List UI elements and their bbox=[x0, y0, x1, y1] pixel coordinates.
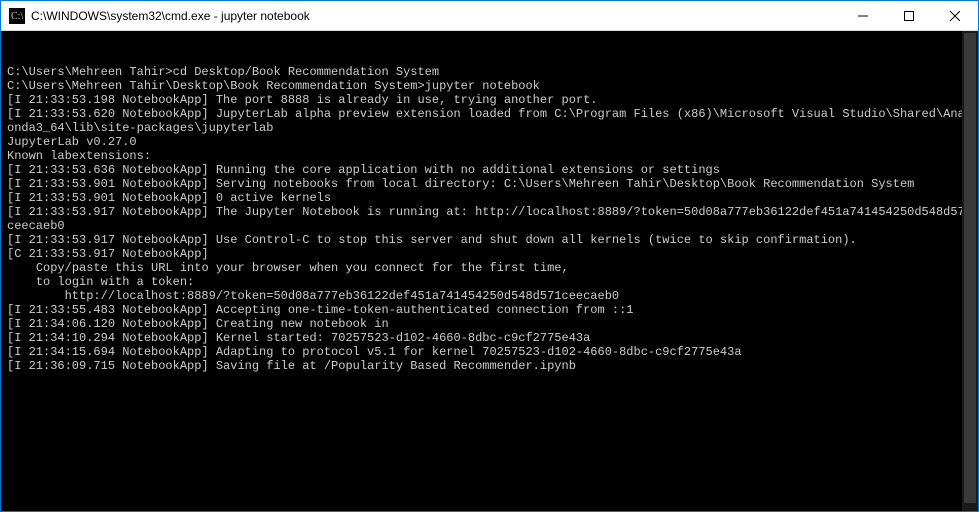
terminal-line: [I 21:33:53.901 NotebookApp] 0 active ke… bbox=[7, 191, 972, 205]
window-title: C:\WINDOWS\system32\cmd.exe - jupyter no… bbox=[31, 9, 840, 23]
terminal-line: [I 21:33:53.917 NotebookApp] Use Control… bbox=[7, 233, 972, 247]
terminal-line: [I 21:34:10.294 NotebookApp] Kernel star… bbox=[7, 331, 972, 345]
minimize-button[interactable] bbox=[840, 1, 886, 30]
terminal-line: [I 21:33:53.198 NotebookApp] The port 88… bbox=[7, 93, 972, 107]
terminal-line: C:\Users\Mehreen Tahir>cd Desktop/Book R… bbox=[7, 65, 972, 79]
terminal-line: Copy/paste this URL into your browser wh… bbox=[7, 261, 972, 275]
terminal-output[interactable]: C:\Users\Mehreen Tahir>cd Desktop/Book R… bbox=[1, 31, 978, 511]
terminal-line: [I 21:33:53.917 NotebookApp] The Jupyter… bbox=[7, 205, 972, 233]
window-controls bbox=[840, 1, 978, 30]
terminal-line: [I 21:33:55.483 NotebookApp] Accepting o… bbox=[7, 303, 972, 317]
terminal-line: [C 21:33:53.917 NotebookApp] bbox=[7, 247, 972, 261]
terminal-lines: C:\Users\Mehreen Tahir>cd Desktop/Book R… bbox=[7, 65, 972, 373]
terminal-line: [I 21:33:53.620 NotebookApp] JupyterLab … bbox=[7, 107, 972, 135]
terminal-line: JupyterLab v0.27.0 bbox=[7, 135, 972, 149]
window-titlebar: C:\ C:\WINDOWS\system32\cmd.exe - jupyte… bbox=[1, 1, 978, 31]
terminal-line: [I 21:34:15.694 NotebookApp] Adapting to… bbox=[7, 345, 972, 359]
terminal-line: C:\Users\Mehreen Tahir\Desktop\Book Reco… bbox=[7, 79, 972, 93]
cmd-icon: C:\ bbox=[9, 8, 25, 24]
close-button[interactable] bbox=[932, 1, 978, 30]
terminal-line: [I 21:33:53.636 NotebookApp] Running the… bbox=[7, 163, 972, 177]
maximize-button[interactable] bbox=[886, 1, 932, 30]
scrollbar[interactable] bbox=[962, 31, 978, 511]
svg-text:C:\: C:\ bbox=[11, 11, 23, 22]
terminal-line: http://localhost:8889/?token=50d08a777eb… bbox=[7, 289, 972, 303]
terminal-line: to login with a token: bbox=[7, 275, 972, 289]
terminal-line: [I 21:33:53.901 NotebookApp] Serving not… bbox=[7, 177, 972, 191]
terminal-line: [I 21:34:06.120 NotebookApp] Creating ne… bbox=[7, 317, 972, 331]
scrollbar-thumb[interactable] bbox=[964, 33, 976, 503]
terminal-line: [I 21:36:09.715 NotebookApp] Saving file… bbox=[7, 359, 972, 373]
terminal-line: Known labextensions: bbox=[7, 149, 972, 163]
